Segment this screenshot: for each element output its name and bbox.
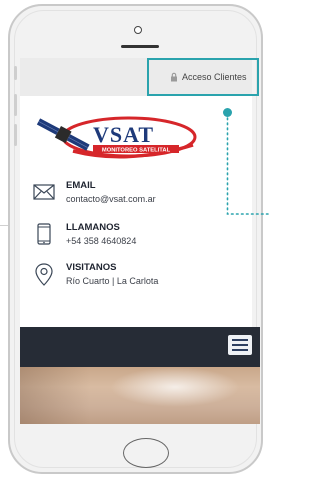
phone-icon: [37, 223, 51, 245]
callout-connector: [226, 117, 269, 215]
contact-label: VISITANOS: [66, 262, 117, 273]
phone-side-button: [14, 124, 17, 146]
phone-side-button: [14, 66, 17, 80]
contact-value: contacto@vsat.com.ar: [66, 194, 156, 204]
map-pin-icon: [35, 263, 53, 286]
mockup-stage: Acceso Clientes VSAT MONITOREO SATELITAL: [0, 0, 269, 479]
phone-side-button: [14, 94, 17, 116]
contact-location[interactable]: VISITANOS Río Cuarto | La Carlota: [33, 262, 233, 296]
camera-icon: [134, 26, 142, 34]
hero-image: [20, 367, 260, 424]
client-access-label: Acceso Clientes: [182, 72, 247, 82]
contact-value: Río Cuarto | La Carlota: [66, 276, 159, 286]
home-button[interactable]: [123, 438, 169, 468]
speaker-grille: [121, 45, 159, 48]
contact-label: EMAIL: [66, 180, 96, 191]
lock-icon: [171, 72, 177, 82]
logo-brand-text: VSAT: [93, 122, 154, 147]
contact-value: +54 358 4640824: [66, 236, 137, 246]
contact-email[interactable]: EMAIL contacto@vsat.com.ar: [33, 180, 233, 214]
contact-label: LLAMANOS: [66, 222, 120, 233]
hamburger-menu-icon[interactable]: [228, 335, 252, 355]
envelope-icon: [33, 184, 55, 200]
vsat-logo: VSAT MONITOREO SATELITAL: [36, 116, 197, 159]
nav-bar: [20, 327, 260, 367]
client-access-link[interactable]: Acceso Clientes: [170, 70, 247, 84]
contact-phone[interactable]: LLAMANOS +54 358 4640824: [33, 222, 233, 256]
logo-tagline-text: MONITOREO SATELITAL: [102, 148, 171, 154]
